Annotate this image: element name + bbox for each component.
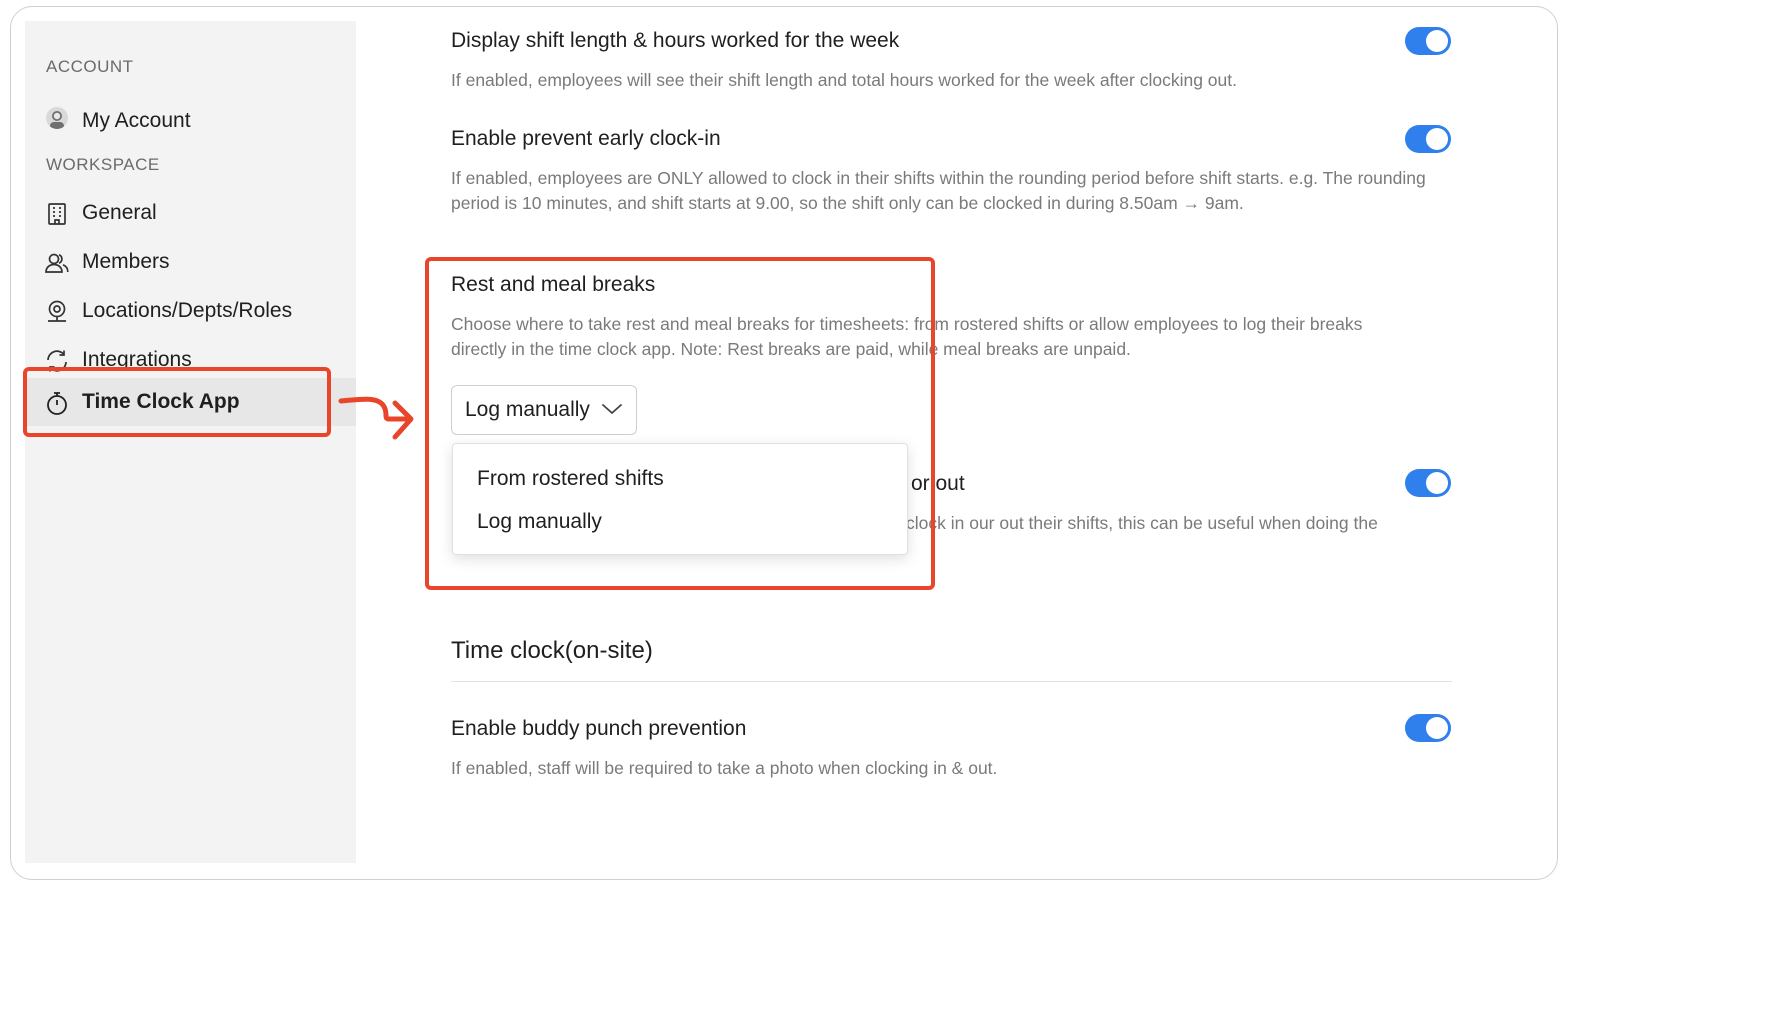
section-divider [451, 681, 1452, 682]
toggle-hidden-setting[interactable] [1405, 469, 1451, 497]
toggle-buddy-punch[interactable] [1405, 714, 1451, 742]
setting-desc-buddy-punch: If enabled, staff will be required to ta… [451, 758, 998, 778]
setting-desc-shift-length: If enabled, employees will see their shi… [451, 70, 1237, 90]
setting-title-buddy-punch: Enable buddy punch prevention [451, 717, 747, 740]
settings-content: Display shift length & hours worked for … [11, 7, 1557, 879]
setting-title-early-clockin: Enable prevent early clock-in [451, 127, 721, 150]
section-heading-onsite: Time clock(on-site) [451, 637, 653, 664]
setting-desc-hidden: clock in our out their shifts, this can … [906, 513, 1378, 533]
settings-window: ACCOUNT My Account WORKSPACE General Mem… [10, 6, 1558, 880]
setting-title-shift-length: Display shift length & hours worked for … [451, 29, 900, 52]
toggle-shift-length[interactable] [1405, 27, 1451, 55]
toggle-early-clockin[interactable] [1405, 125, 1451, 153]
setting-desc-early-clockin: If enabled, employees are ONLY allowed t… [451, 168, 1426, 213]
highlight-frame-breaks [425, 257, 935, 590]
